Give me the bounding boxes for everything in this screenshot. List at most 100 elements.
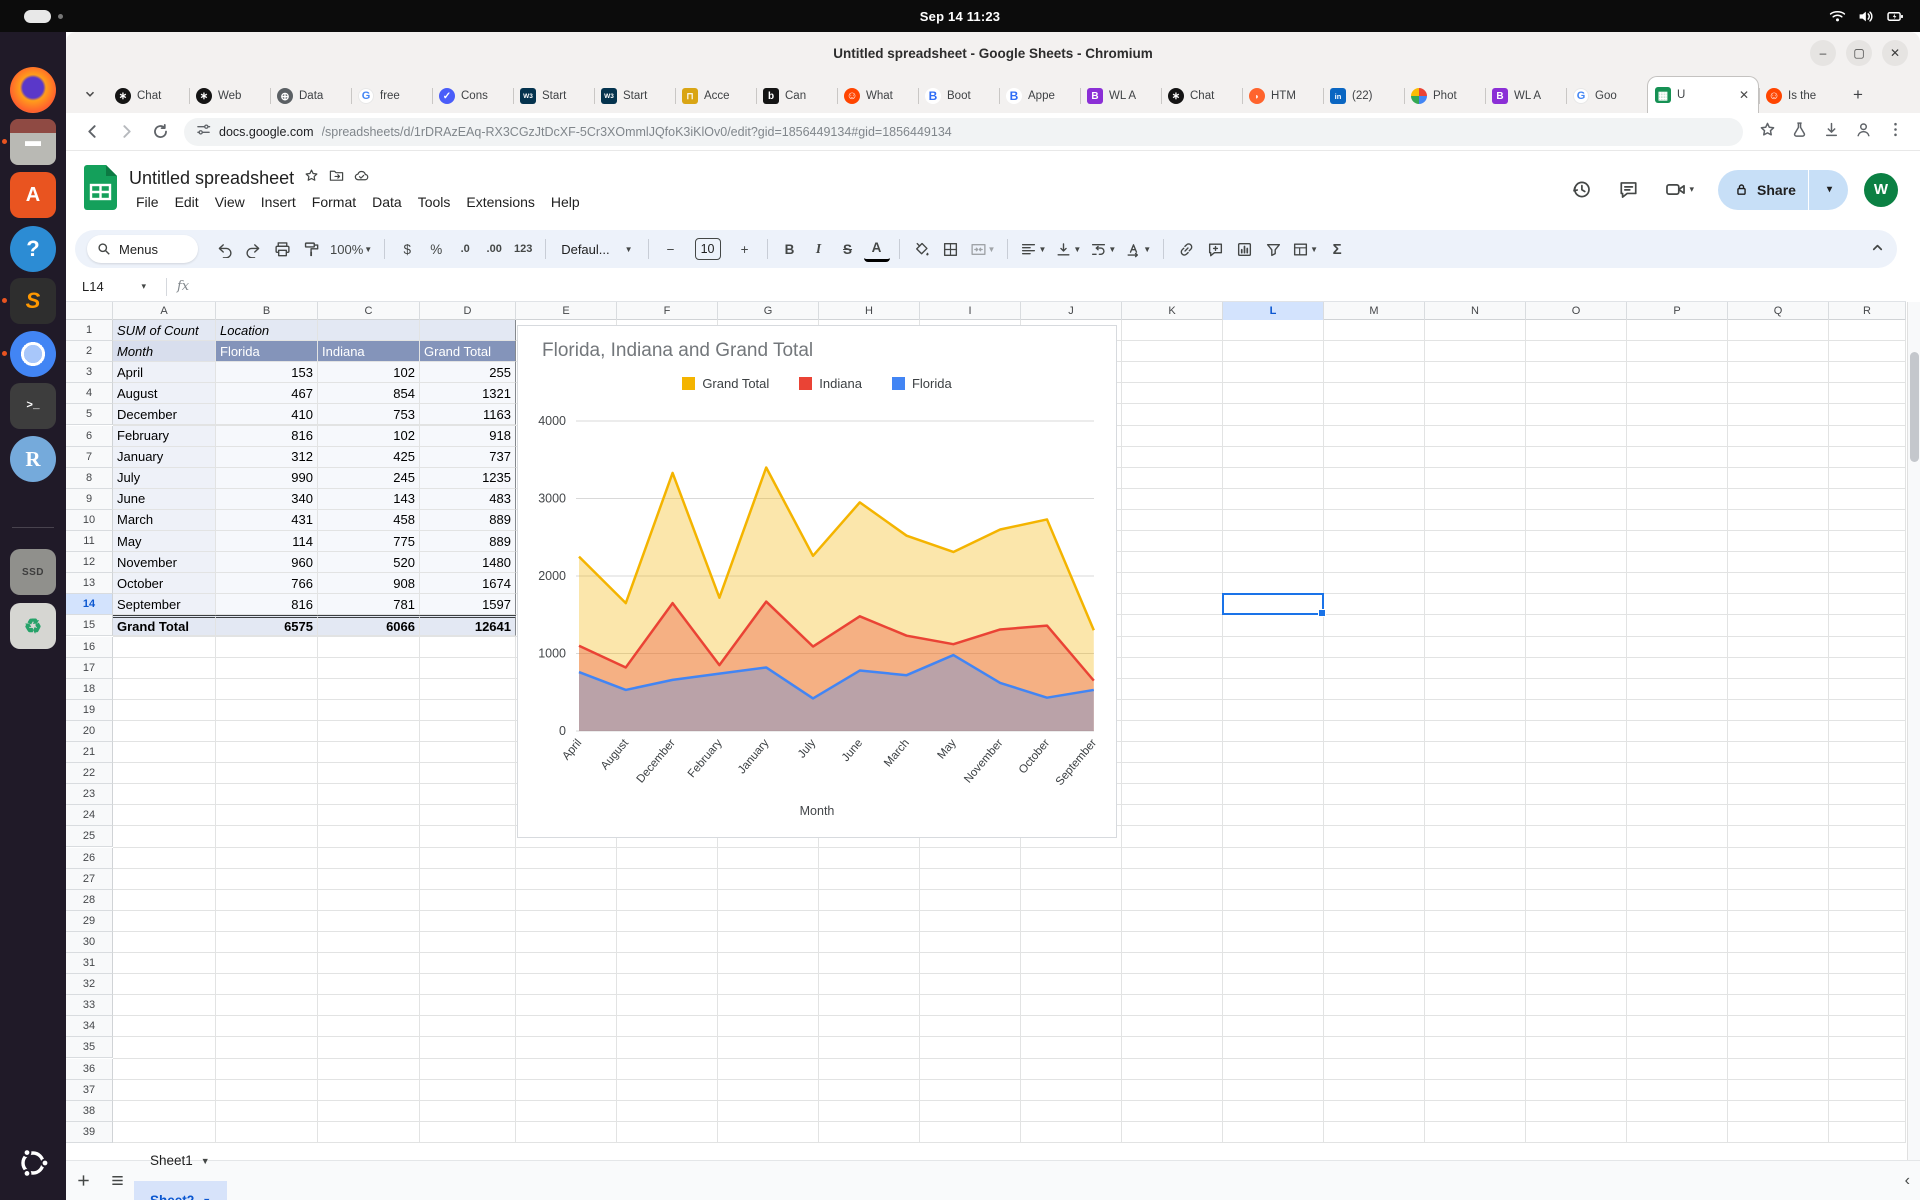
dock-item-trash[interactable]: ♻: [10, 603, 56, 649]
font-select[interactable]: Defaul...▼: [555, 242, 638, 257]
row-header-2[interactable]: 2: [66, 341, 113, 362]
browser-tab[interactable]: ◗HTM: [1242, 79, 1323, 113]
cell[interactable]: 425: [318, 447, 420, 468]
cell[interactable]: 143: [318, 489, 420, 510]
bold-button[interactable]: B: [777, 236, 803, 262]
cell[interactable]: Florida: [216, 341, 318, 362]
table-chips-button[interactable]: ▼: [1289, 236, 1321, 262]
menu-tools[interactable]: Tools: [411, 192, 458, 212]
selected-cell-L14[interactable]: [1222, 593, 1324, 615]
cell[interactable]: 1163: [420, 404, 516, 425]
system-clock[interactable]: Sep 14 11:23: [920, 9, 1000, 24]
cell[interactable]: 483: [420, 489, 516, 510]
insert-chart-button[interactable]: [1231, 236, 1257, 262]
insert-comment-button[interactable]: [1202, 236, 1228, 262]
cell[interactable]: 753: [318, 404, 420, 425]
row-header-7[interactable]: 7: [66, 447, 113, 468]
cell[interactable]: August: [113, 383, 216, 404]
browser-tab[interactable]: Gfree: [351, 79, 432, 113]
row-header-28[interactable]: 28: [66, 890, 113, 911]
row-header-14[interactable]: 14: [66, 594, 113, 615]
cell[interactable]: 12641: [420, 615, 516, 636]
cell[interactable]: Indiana: [318, 341, 420, 362]
all-sheets-button[interactable]: [100, 1164, 134, 1198]
menu-insert[interactable]: Insert: [254, 192, 303, 212]
dock-item-firefox[interactable]: [10, 67, 56, 113]
font-size-input[interactable]: 10: [695, 238, 721, 260]
cell[interactable]: 960: [216, 552, 318, 573]
browser-tab[interactable]: ⊕Data: [270, 79, 351, 113]
cell[interactable]: February: [113, 426, 216, 447]
borders-button[interactable]: [938, 236, 964, 262]
cell[interactable]: 458: [318, 510, 420, 531]
menu-icon[interactable]: [1887, 121, 1904, 143]
row-header-39[interactable]: 39: [66, 1122, 113, 1143]
cell[interactable]: Month: [113, 341, 216, 362]
cell[interactable]: 102: [318, 426, 420, 447]
dock-item-rstudio[interactable]: R: [10, 436, 56, 482]
vertical-scrollbar-thumb[interactable]: [1910, 352, 1919, 462]
close-tab-icon[interactable]: ✕: [1737, 88, 1751, 102]
row-header-4[interactable]: 4: [66, 383, 113, 404]
dock-item-app-center[interactable]: A: [10, 172, 56, 218]
cell[interactable]: 854: [318, 383, 420, 404]
row-header-35[interactable]: 35: [66, 1037, 113, 1058]
row-header-13[interactable]: 13: [66, 573, 113, 594]
vertical-scrollbar[interactable]: [1907, 302, 1920, 1177]
create-filter-button[interactable]: [1260, 236, 1286, 262]
meet-icon[interactable]: ▾: [1665, 179, 1695, 200]
cell[interactable]: 255: [420, 362, 516, 383]
strikethrough-button[interactable]: S: [835, 236, 861, 262]
labs-icon[interactable]: [1791, 121, 1808, 143]
row-header-15[interactable]: 15: [66, 615, 113, 636]
undo-button[interactable]: [211, 236, 237, 262]
reload-button[interactable]: [150, 122, 170, 142]
cell[interactable]: January: [113, 447, 216, 468]
browser-tab[interactable]: ∗Chat: [1161, 79, 1242, 113]
sheets-logo-icon[interactable]: [84, 165, 117, 215]
row-header-1[interactable]: 1: [66, 320, 113, 341]
dock-item-help[interactable]: ?: [10, 226, 56, 272]
browser-tab[interactable]: BAppe: [999, 79, 1080, 113]
row-header-22[interactable]: 22: [66, 763, 113, 784]
paint-format-button[interactable]: [298, 236, 324, 262]
browser-tab[interactable]: ∗Chat: [108, 79, 189, 113]
cell[interactable]: 6066: [318, 615, 420, 636]
browser-tab[interactable]: bCan: [756, 79, 837, 113]
cell[interactable]: 1597: [420, 594, 516, 615]
cell[interactable]: May: [113, 531, 216, 552]
row-header-32[interactable]: 32: [66, 974, 113, 995]
row-header-20[interactable]: 20: [66, 721, 113, 742]
cell[interactable]: October: [113, 573, 216, 594]
version-history-icon[interactable]: [1571, 179, 1592, 200]
browser-tab-active[interactable]: ▦U✕: [1647, 76, 1759, 113]
browser-tab[interactable]: in(22): [1323, 79, 1404, 113]
sheet-tab-sheet1[interactable]: Sheet1▼: [134, 1141, 227, 1181]
profile-icon[interactable]: [1855, 121, 1872, 143]
row-header-29[interactable]: 29: [66, 911, 113, 932]
bookmark-icon[interactable]: [1759, 121, 1776, 143]
browser-tab[interactable]: Phot: [1404, 79, 1485, 113]
browser-titlebar[interactable]: Untitled spreadsheet - Google Sheets - C…: [66, 32, 1920, 74]
sheet-tab-sheet2[interactable]: Sheet2▼: [134, 1181, 227, 1200]
back-button[interactable]: [82, 122, 102, 142]
row-header-37[interactable]: 37: [66, 1080, 113, 1101]
browser-tab[interactable]: ☺What: [837, 79, 918, 113]
row-header-36[interactable]: 36: [66, 1059, 113, 1080]
cell[interactable]: Location: [216, 320, 318, 341]
menu-format[interactable]: Format: [305, 192, 363, 212]
cell[interactable]: 889: [420, 531, 516, 552]
cell[interactable]: 766: [216, 573, 318, 594]
row-header-38[interactable]: 38: [66, 1101, 113, 1122]
menu-data[interactable]: Data: [365, 192, 409, 212]
cell[interactable]: [420, 320, 516, 341]
comments-icon[interactable]: [1618, 179, 1639, 200]
menu-extensions[interactable]: Extensions: [459, 192, 541, 212]
cell[interactable]: December: [113, 404, 216, 425]
row-header-16[interactable]: 16: [66, 637, 113, 658]
cell[interactable]: SUM of Count: [113, 320, 216, 341]
dock-item-chromium[interactable]: [10, 331, 56, 377]
system-tray[interactable]: [1829, 0, 1904, 32]
row-header-24[interactable]: 24: [66, 805, 113, 826]
cell[interactable]: 990: [216, 468, 318, 489]
